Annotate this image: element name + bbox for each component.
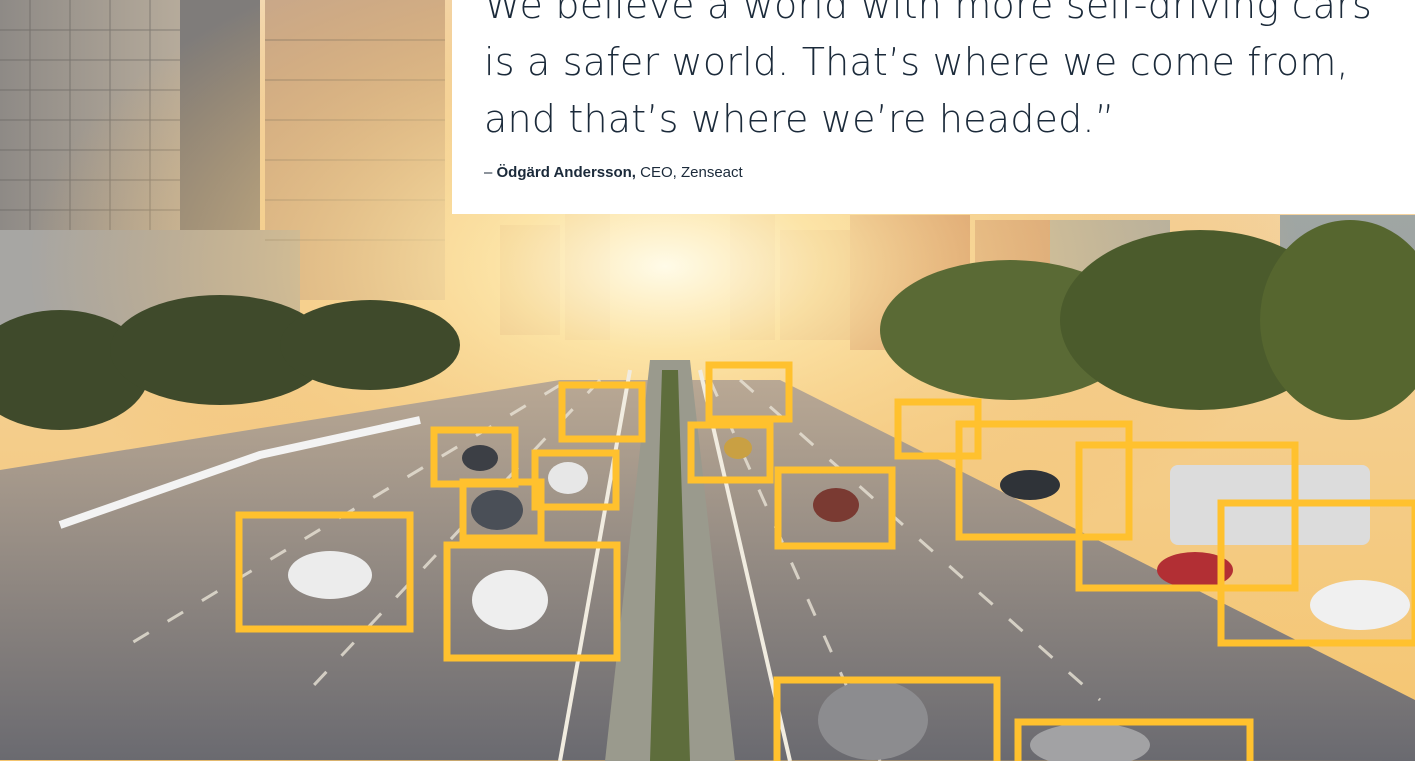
- attribution-dash: –: [484, 164, 497, 181]
- quote-card: We believe a world with more self-drivin…: [452, 0, 1415, 214]
- speaker-title: CEO, Zenseact: [635, 164, 743, 181]
- quote-attribution: – Ödgärd Andersson, CEO, Zenseact: [484, 164, 743, 181]
- speaker-name: Ödgärd Andersson,: [496, 164, 636, 181]
- quote-text: We believe a world with more self-drivin…: [484, 0, 1372, 141]
